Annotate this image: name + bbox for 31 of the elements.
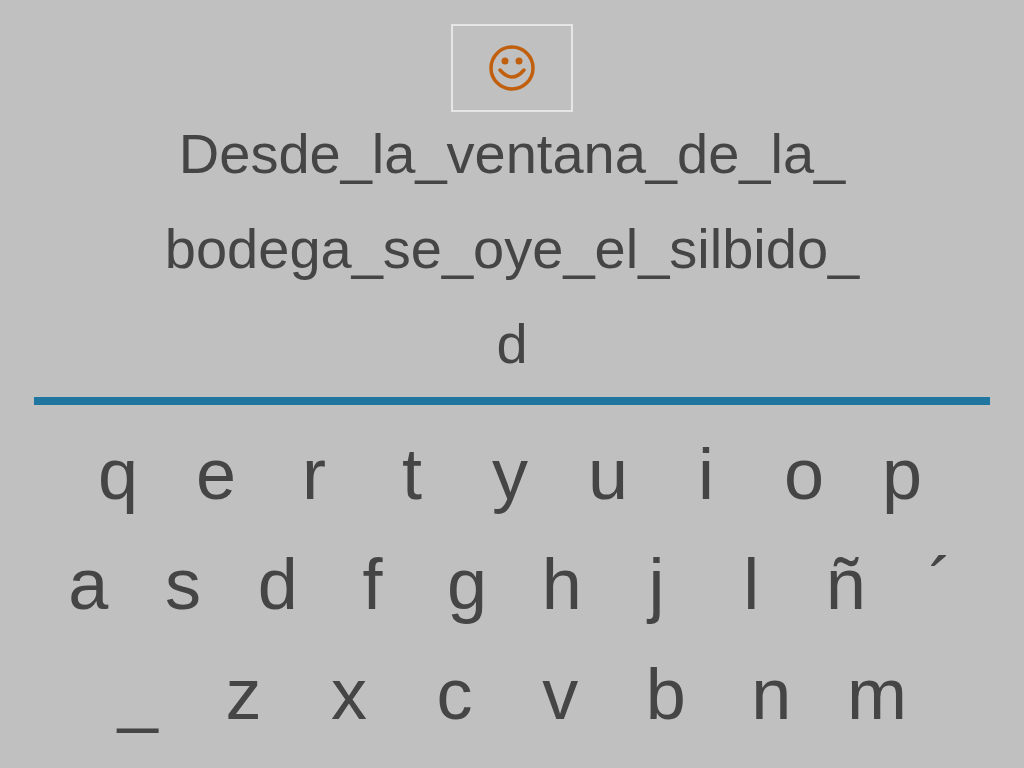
phrase-line: bodega_se_oye_el_silbido_ [164,216,860,282]
letter-key[interactable]: y [461,429,559,519]
letter-key[interactable]: e [167,429,265,519]
letter-key[interactable]: o [755,429,853,519]
letter-key[interactable]: v [507,649,613,739]
letter-key[interactable]: s [135,539,231,629]
letter-key[interactable]: m [824,649,930,739]
letter-key[interactable]: c [401,649,508,739]
letter-key[interactable]: _ [85,649,191,739]
letter-key[interactable]: x [296,649,402,739]
letter-key[interactable]: l [703,539,799,629]
letter-key[interactable]: i [657,429,755,519]
phrase-line: Desde_la_ventana_de_la_ [178,121,846,187]
letter-key[interactable]: z [190,649,297,739]
letter-key[interactable]: u [559,429,657,519]
letter-key[interactable]: t [363,429,461,519]
letter-key[interactable]: n [718,649,825,739]
letter-key[interactable]: b [612,649,719,739]
letter-key[interactable]: p [853,429,951,519]
letter-key[interactable]: j [609,539,704,629]
letter-key[interactable]: d [230,539,326,629]
letter-key[interactable]: ñ [798,539,894,629]
letter-key[interactable]: q [69,429,167,519]
smiley-icon [488,44,536,92]
letter-key[interactable]: g [419,539,515,629]
letter-key[interactable]: r [265,429,363,519]
letter-key[interactable]: a [41,539,136,629]
phrase-line: d [496,311,528,377]
letter-key[interactable]: h [514,539,610,629]
letter-key[interactable]: ´ [893,539,988,629]
letter-key[interactable]: f [325,539,420,629]
